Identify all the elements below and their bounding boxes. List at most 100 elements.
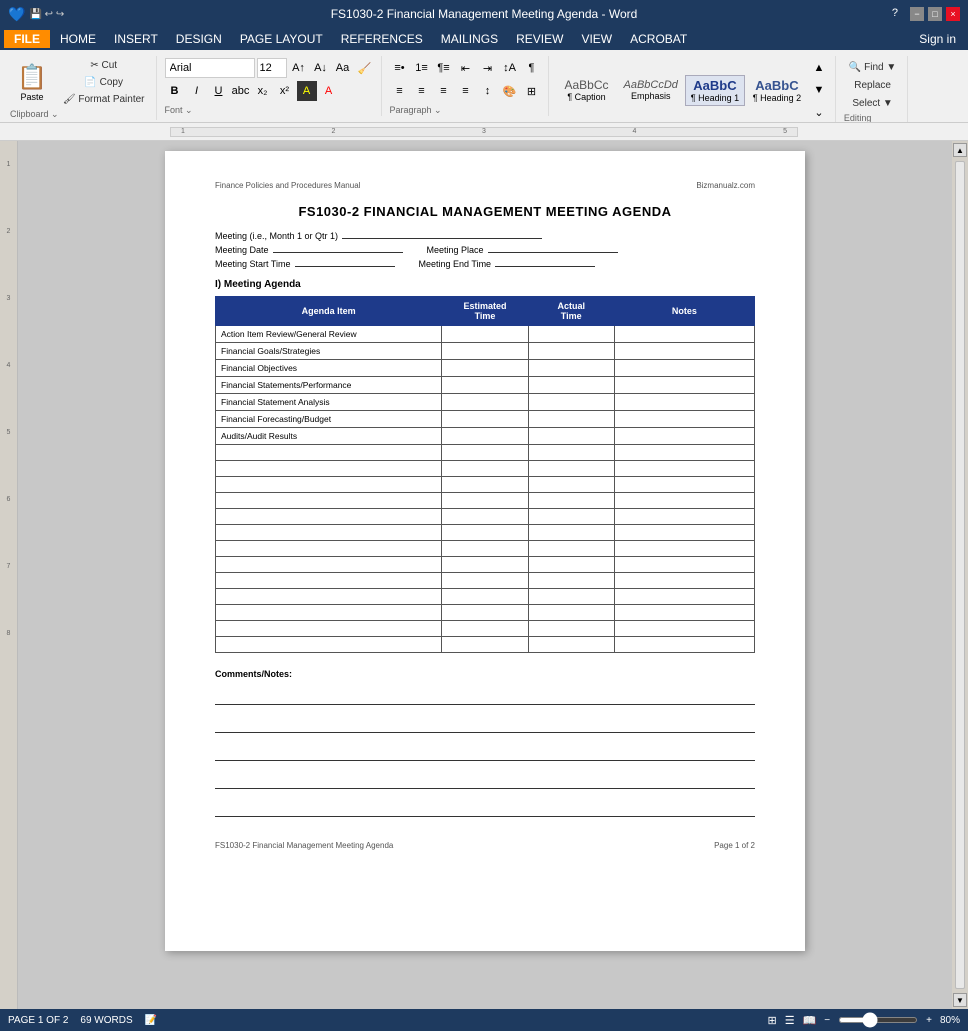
table-cell-6-3[interactable] xyxy=(614,428,754,445)
table-cell-18-2[interactable] xyxy=(528,621,614,637)
table-cell-1-2[interactable] xyxy=(528,343,614,360)
table-cell-5-2[interactable] xyxy=(528,411,614,428)
table-cell-15-2[interactable] xyxy=(528,573,614,589)
table-cell-16-3[interactable] xyxy=(614,589,754,605)
font-name-input[interactable]: Arial xyxy=(165,58,255,78)
table-cell-16-2[interactable] xyxy=(528,589,614,605)
layout-read-button[interactable]: 📖 xyxy=(803,1014,817,1027)
styles-scroll-down[interactable]: ▼ xyxy=(809,80,829,100)
table-cell-3-2[interactable] xyxy=(528,377,614,394)
table-cell-19-0[interactable] xyxy=(216,637,442,653)
table-cell-2-3[interactable] xyxy=(614,360,754,377)
scroll-down-button[interactable]: ▼ xyxy=(953,993,967,1007)
table-cell-15-1[interactable] xyxy=(442,573,528,589)
format-painter-button[interactable]: 🖌 Format Painter xyxy=(58,92,150,107)
menu-mailings[interactable]: MAILINGS xyxy=(433,30,506,48)
table-cell-13-2[interactable] xyxy=(528,541,614,557)
table-cell-0-0[interactable]: Action Item Review/General Review xyxy=(216,326,442,343)
find-button[interactable]: 🔍 Find ▼ xyxy=(844,60,901,75)
table-cell-4-2[interactable] xyxy=(528,394,614,411)
table-cell-7-2[interactable] xyxy=(528,445,614,461)
table-cell-15-0[interactable] xyxy=(216,573,442,589)
table-cell-3-1[interactable] xyxy=(442,377,528,394)
table-cell-18-3[interactable] xyxy=(614,621,754,637)
table-cell-8-0[interactable] xyxy=(216,461,442,477)
table-cell-2-1[interactable] xyxy=(442,360,528,377)
table-cell-0-3[interactable] xyxy=(614,326,754,343)
scroll-up-button[interactable]: ▲ xyxy=(953,143,967,157)
table-cell-8-2[interactable] xyxy=(528,461,614,477)
table-cell-2-2[interactable] xyxy=(528,360,614,377)
comment-line-3[interactable] xyxy=(215,741,755,761)
table-cell-6-1[interactable] xyxy=(442,428,528,445)
close-button[interactable]: × xyxy=(946,7,960,21)
table-cell-14-1[interactable] xyxy=(442,557,528,573)
sort-button[interactable]: ↕A xyxy=(500,58,520,78)
table-cell-15-3[interactable] xyxy=(614,573,754,589)
table-cell-9-2[interactable] xyxy=(528,477,614,493)
table-cell-13-0[interactable] xyxy=(216,541,442,557)
font-grow-button[interactable]: A↑ xyxy=(289,58,309,78)
font-size-input[interactable]: 12 xyxy=(257,58,287,78)
menu-page-layout[interactable]: PAGE LAYOUT xyxy=(232,30,331,48)
table-cell-5-3[interactable] xyxy=(614,411,754,428)
table-cell-14-0[interactable] xyxy=(216,557,442,573)
proofing-icon[interactable]: 📝 xyxy=(145,1015,157,1026)
style-caption[interactable]: AaBbCc ¶ Caption xyxy=(557,75,617,105)
table-cell-9-0[interactable] xyxy=(216,477,442,493)
table-cell-3-3[interactable] xyxy=(614,377,754,394)
table-cell-12-1[interactable] xyxy=(442,525,528,541)
menu-home[interactable]: HOME xyxy=(52,30,104,48)
numbering-button[interactable]: 1≡ xyxy=(412,58,432,78)
table-cell-0-2[interactable] xyxy=(528,326,614,343)
table-cell-16-0[interactable] xyxy=(216,589,442,605)
table-cell-11-0[interactable] xyxy=(216,509,442,525)
comment-line-1[interactable] xyxy=(215,685,755,705)
align-center-button[interactable]: ≡ xyxy=(412,81,432,101)
scroll-thumb[interactable] xyxy=(955,161,965,989)
table-cell-11-1[interactable] xyxy=(442,509,528,525)
meeting-line-1[interactable] xyxy=(342,238,542,239)
menu-acrobat[interactable]: ACROBAT xyxy=(622,30,695,48)
table-cell-17-0[interactable] xyxy=(216,605,442,621)
table-cell-19-2[interactable] xyxy=(528,637,614,653)
zoom-out-button[interactable]: − xyxy=(824,1015,830,1026)
menu-review[interactable]: REVIEW xyxy=(508,30,571,48)
table-cell-19-1[interactable] xyxy=(442,637,528,653)
line-spacing-button[interactable]: ↕ xyxy=(478,81,498,101)
justify-button[interactable]: ≡ xyxy=(456,81,476,101)
zoom-in-button[interactable]: + xyxy=(926,1015,932,1026)
paste-button[interactable]: 📋 Paste xyxy=(10,60,54,105)
meeting-place-line[interactable] xyxy=(488,252,618,253)
zoom-slider[interactable] xyxy=(838,1017,918,1023)
style-heading1[interactable]: AaBbC ¶ Heading 1 xyxy=(685,75,745,106)
table-cell-5-1[interactable] xyxy=(442,411,528,428)
superscript-button[interactable]: x² xyxy=(275,81,295,101)
table-cell-7-3[interactable] xyxy=(614,445,754,461)
table-cell-4-1[interactable] xyxy=(442,394,528,411)
show-marks-button[interactable]: ¶ xyxy=(522,58,542,78)
align-right-button[interactable]: ≡ xyxy=(434,81,454,101)
table-cell-7-0[interactable] xyxy=(216,445,442,461)
sign-in[interactable]: Sign in xyxy=(911,30,964,48)
table-cell-10-1[interactable] xyxy=(442,493,528,509)
subscript-button[interactable]: x₂ xyxy=(253,81,273,101)
table-cell-18-0[interactable] xyxy=(216,621,442,637)
table-cell-0-1[interactable] xyxy=(442,326,528,343)
table-cell-7-1[interactable] xyxy=(442,445,528,461)
select-button[interactable]: Select ▼ xyxy=(844,96,901,111)
table-cell-12-2[interactable] xyxy=(528,525,614,541)
table-cell-19-3[interactable] xyxy=(614,637,754,653)
table-cell-17-3[interactable] xyxy=(614,605,754,621)
table-cell-5-0[interactable]: Financial Forecasting/Budget xyxy=(216,411,442,428)
help-icon[interactable]: ? xyxy=(892,7,898,21)
layout-print-button[interactable]: ⊞ xyxy=(768,1014,777,1027)
table-cell-11-3[interactable] xyxy=(614,509,754,525)
styles-expand[interactable]: ⌄ xyxy=(809,102,829,122)
table-cell-12-3[interactable] xyxy=(614,525,754,541)
menu-view[interactable]: VIEW xyxy=(573,30,620,48)
comment-line-4[interactable] xyxy=(215,769,755,789)
copy-button[interactable]: 📄 Copy xyxy=(58,75,150,90)
table-cell-14-2[interactable] xyxy=(528,557,614,573)
comment-line-2[interactable] xyxy=(215,713,755,733)
